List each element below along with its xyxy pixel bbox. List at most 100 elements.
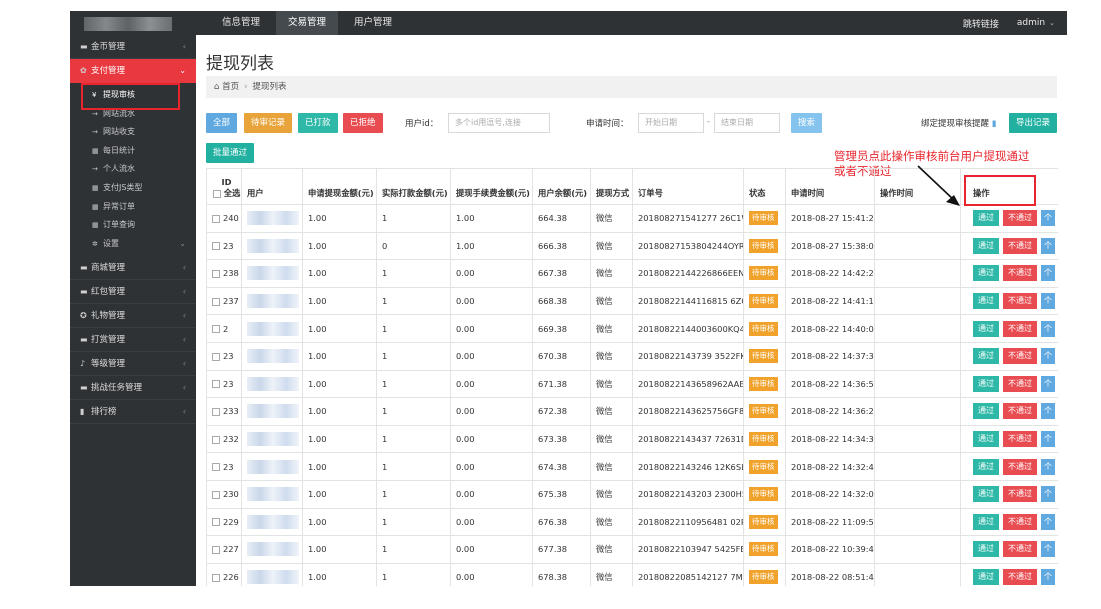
- row-checkbox[interactable]: [212, 518, 220, 527]
- reject-button[interactable]: 不通过: [1003, 375, 1037, 392]
- cell-user: [241, 231, 303, 261]
- pass-button[interactable]: 通过: [973, 293, 999, 310]
- row-checkbox[interactable]: [212, 545, 220, 554]
- more-button[interactable]: 个: [1041, 375, 1055, 392]
- sidebar-subitem-site-income[interactable]: → 网站收支: [70, 123, 196, 142]
- reject-button[interactable]: 不通过: [1003, 431, 1037, 448]
- pass-button[interactable]: 通过: [973, 403, 999, 420]
- sidebar-subitem-settings[interactable]: ✲ 设置 ⌄: [70, 235, 196, 254]
- sidebar-item-payment[interactable]: ✿ 支付管理 ⌄: [70, 59, 196, 83]
- reject-button[interactable]: 不通过: [1003, 348, 1037, 365]
- pass-button[interactable]: 通过: [973, 210, 999, 227]
- nav-item-users[interactable]: 用户管理: [342, 11, 404, 35]
- level-icon: ♪: [80, 359, 86, 369]
- reject-button[interactable]: 不通过: [1003, 541, 1037, 558]
- reject-button[interactable]: 不通过: [1003, 569, 1037, 586]
- pass-button[interactable]: 通过: [973, 320, 999, 337]
- filter-all-button[interactable]: 全部: [206, 113, 238, 133]
- sidebar-subitem-daily-stats[interactable]: ▦ 每日统计: [70, 142, 196, 161]
- more-button[interactable]: 个: [1041, 486, 1055, 503]
- pass-button[interactable]: 通过: [973, 486, 999, 503]
- sidebar-item-label: 排行榜: [91, 407, 117, 418]
- reject-button[interactable]: 不通过: [1003, 320, 1037, 337]
- more-button[interactable]: 个: [1041, 541, 1055, 558]
- nav-item-trade[interactable]: 交易管理: [276, 11, 339, 35]
- row-checkbox[interactable]: [212, 214, 220, 223]
- start-date-input[interactable]: 开始日期: [638, 113, 704, 133]
- row-checkbox[interactable]: [212, 325, 220, 334]
- table-row: 227 1.00 1 0.00 677.38 微信 20180822103947 5425F…: [206, 535, 1058, 564]
- logo[interactable]: [70, 11, 196, 35]
- nav-item-info[interactable]: 信息管理: [210, 11, 272, 35]
- end-date-input[interactable]: 结束日期: [714, 113, 780, 133]
- pass-button[interactable]: 通过: [973, 265, 999, 282]
- filter-paid-button[interactable]: 已打款: [298, 113, 338, 133]
- row-checkbox[interactable]: [212, 407, 220, 416]
- pass-button[interactable]: 通过: [973, 348, 999, 365]
- sidebar-subitem-order-query[interactable]: ▦ 订单查询: [70, 216, 196, 235]
- row-checkbox[interactable]: [212, 463, 220, 472]
- jump-link[interactable]: 跳转链接: [963, 17, 999, 30]
- sidebar-item-coins[interactable]: ▬ 金币管理 ‹: [70, 35, 196, 59]
- sidebar-item-ranking[interactable]: ▮ 排行榜 ‹: [70, 400, 196, 425]
- more-button[interactable]: 个: [1041, 348, 1055, 365]
- apply-time-label: 申请时间：: [586, 119, 629, 129]
- reject-button[interactable]: 不通过: [1003, 293, 1037, 310]
- reject-button[interactable]: 不通过: [1003, 458, 1037, 475]
- sidebar-subitem-personal-flow[interactable]: → 个人流水: [70, 160, 196, 179]
- header-op-time: 操作时间: [874, 168, 961, 205]
- more-button[interactable]: 个: [1041, 431, 1055, 448]
- more-button[interactable]: 个: [1041, 293, 1055, 310]
- more-button[interactable]: 个: [1041, 458, 1055, 475]
- cell-fee: 0.00: [450, 286, 533, 316]
- more-button[interactable]: 个: [1041, 210, 1055, 227]
- reject-button[interactable]: 不通过: [1003, 403, 1037, 420]
- select-all-checkbox[interactable]: [212, 189, 221, 198]
- reject-button[interactable]: 不通过: [1003, 513, 1037, 530]
- blurred-user-avatar: [247, 294, 299, 309]
- sidebar-item-level[interactable]: ♪ 等级管理 ‹: [70, 352, 196, 377]
- sidebar-subitem-pay-js-type[interactable]: ▦ 支付JS类型: [70, 179, 196, 198]
- filter-rejected-button[interactable]: 已拒绝: [343, 113, 383, 133]
- filter-pending-button[interactable]: 待审记录: [244, 113, 293, 133]
- more-button[interactable]: 个: [1041, 403, 1055, 420]
- more-button[interactable]: 个: [1041, 513, 1055, 530]
- sidebar-item-redpacket[interactable]: ▬ 红包管理 ‹: [70, 280, 196, 305]
- more-button[interactable]: 个: [1041, 265, 1055, 282]
- sidebar-subitem-abnormal-orders[interactable]: ▦ 异常订单: [70, 198, 196, 217]
- more-button[interactable]: 个: [1041, 569, 1055, 586]
- pass-button[interactable]: 通过: [973, 569, 999, 586]
- user-menu[interactable]: admin ⌄: [1017, 18, 1055, 28]
- pass-button[interactable]: 通过: [973, 375, 999, 392]
- user-id-input[interactable]: 多个id用逗号,连接: [448, 113, 550, 133]
- reject-button[interactable]: 不通过: [1003, 210, 1037, 227]
- pass-button[interactable]: 通过: [973, 458, 999, 475]
- row-checkbox[interactable]: [212, 242, 220, 251]
- more-button[interactable]: 个: [1041, 320, 1055, 337]
- sidebar-item-mall[interactable]: ▬ 商城管理 ‹: [70, 256, 196, 281]
- row-checkbox[interactable]: [212, 490, 220, 499]
- row-checkbox[interactable]: [212, 573, 220, 582]
- sidebar-item-reward[interactable]: ▬ 打赏管理 ‹: [70, 328, 196, 353]
- row-checkbox[interactable]: [212, 380, 220, 389]
- cell-method: 微信: [590, 231, 633, 261]
- pass-button[interactable]: 通过: [973, 431, 999, 448]
- pass-button[interactable]: 通过: [973, 237, 999, 254]
- row-checkbox[interactable]: [212, 297, 220, 306]
- more-button[interactable]: 个: [1041, 237, 1055, 254]
- row-checkbox[interactable]: [212, 269, 220, 278]
- pass-button[interactable]: 通过: [973, 513, 999, 530]
- sidebar-item-gift[interactable]: ✪ 礼物管理 ‹: [70, 304, 196, 329]
- batch-pass-button[interactable]: 批量通过: [206, 143, 255, 163]
- export-button[interactable]: 导出记录: [1009, 113, 1058, 133]
- bind-reminder-link[interactable]: 绑定提现审核提醒 ▮: [921, 117, 996, 129]
- pass-button[interactable]: 通过: [973, 541, 999, 558]
- reject-button[interactable]: 不通过: [1003, 237, 1037, 254]
- sidebar-item-challenge[interactable]: ▬ 挑战任务管理 ‹: [70, 376, 196, 401]
- search-button[interactable]: 搜索: [791, 113, 823, 133]
- row-checkbox[interactable]: [212, 352, 220, 361]
- reject-button[interactable]: 不通过: [1003, 486, 1037, 503]
- row-checkbox[interactable]: [212, 435, 220, 444]
- reject-button[interactable]: 不通过: [1003, 265, 1037, 282]
- breadcrumb-home[interactable]: 首页: [222, 82, 239, 92]
